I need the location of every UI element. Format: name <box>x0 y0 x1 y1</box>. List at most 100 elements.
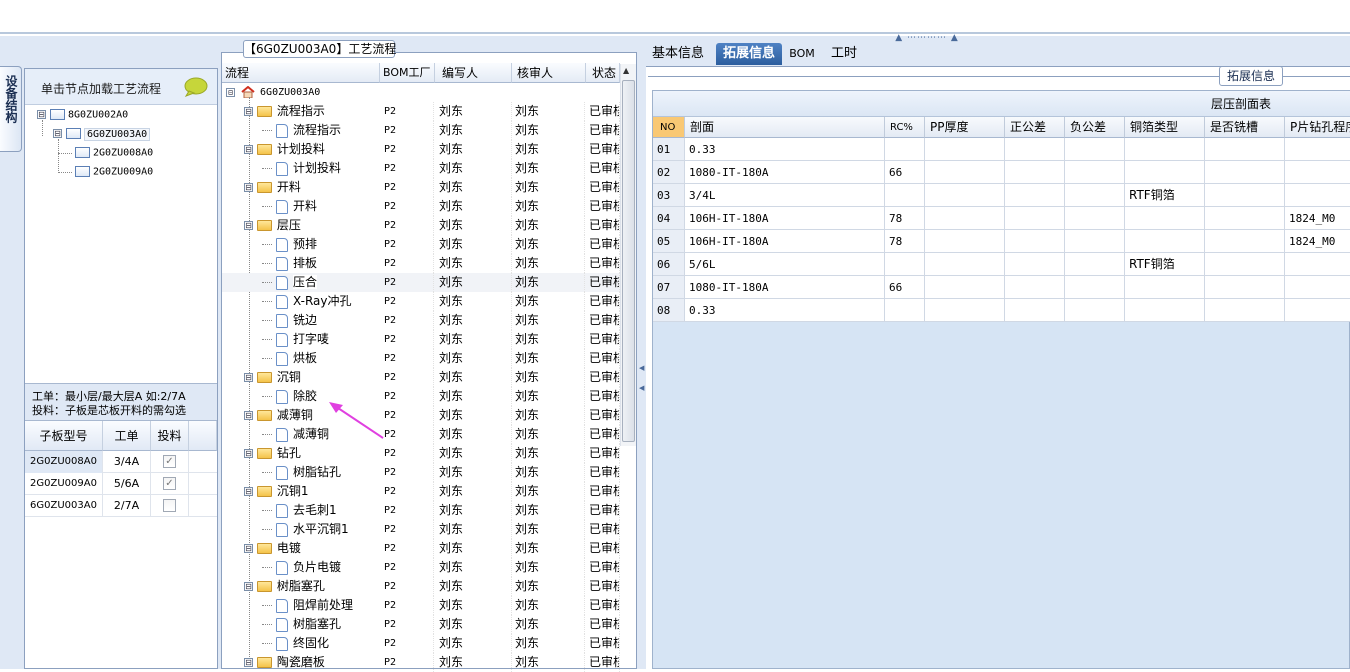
process-step-row[interactable]: 树脂钻孔P2刘东刘东已审核 <box>222 463 620 482</box>
cell-neg-tolerance[interactable] <box>1065 161 1125 184</box>
cell-slot[interactable] <box>1205 276 1285 299</box>
cell-order[interactable]: 3/4A <box>103 451 151 473</box>
col-header-order[interactable]: 工单 <box>103 421 151 451</box>
col-header-flow[interactable]: 流程 <box>222 63 380 83</box>
table-row[interactable]: 6G0ZU003A0 2/7A <box>25 495 217 517</box>
table-row[interactable]: 02 1080-IT-180A 66 <box>653 161 1350 184</box>
collapse-toggle[interactable]: ⊟ <box>53 129 62 138</box>
cell-order[interactable]: 5/6A <box>103 473 151 495</box>
tree-node-2g0zu009a0[interactable]: 2G0ZU009A0 <box>71 166 153 178</box>
process-step-row[interactable]: 预排P2刘东刘东已审核 <box>222 235 620 254</box>
collapse-toggle[interactable]: ⊟ <box>244 183 253 192</box>
cell-pp-thickness[interactable] <box>925 299 1005 322</box>
process-root-node[interactable]: ⊟ 6G0ZU003A0 <box>222 83 620 102</box>
cell-pp-thickness[interactable] <box>925 230 1005 253</box>
cell-drill-program[interactable] <box>1285 184 1350 207</box>
table-row[interactable]: 01 0.33 <box>653 138 1350 161</box>
process-group-row[interactable]: ⊟ 流程指示P2刘东刘东已审核 <box>222 102 620 121</box>
process-step-row[interactable]: 阻焊前处理P2刘东刘东已审核 <box>222 596 620 615</box>
cell-slot[interactable] <box>1205 299 1285 322</box>
process-group-row[interactable]: ⊟ 沉铜1P2刘东刘东已审核 <box>222 482 620 501</box>
cell-section[interactable]: 0.33 <box>685 299 885 322</box>
col-header-drill-program[interactable]: P片钻孔程序 <box>1285 117 1350 138</box>
tab-bom[interactable]: BOM <box>788 43 816 65</box>
col-header-bom[interactable]: BOM工厂 <box>380 63 435 83</box>
cell-pos-tolerance[interactable] <box>1005 207 1065 230</box>
process-step-row[interactable]: 负片电镀P2刘东刘东已审核 <box>222 558 620 577</box>
process-group-row[interactable]: ⊟ 沉铜P2刘东刘东已审核 <box>222 368 620 387</box>
process-step-row[interactable]: 水平沉铜1P2刘东刘东已审核 <box>222 520 620 539</box>
cell-pp-thickness[interactable] <box>925 138 1005 161</box>
process-step-row[interactable]: 终固化P2刘东刘东已审核 <box>222 634 620 653</box>
cell-foil-type[interactable] <box>1125 230 1205 253</box>
cell-neg-tolerance[interactable] <box>1065 230 1125 253</box>
process-group-row[interactable]: ⊟ 钻孔P2刘东刘东已审核 <box>222 444 620 463</box>
cell-section[interactable]: 106H-IT-180A <box>685 207 885 230</box>
collapse-toggle[interactable]: ⊟ <box>37 110 46 119</box>
collapse-toggle[interactable]: ⊟ <box>244 582 253 591</box>
splitter-arrow-icon[interactable]: ◀ <box>639 384 644 392</box>
col-header-model[interactable]: 子板型号 <box>25 421 103 451</box>
cell-rc[interactable] <box>885 138 925 161</box>
cell-rc[interactable] <box>885 299 925 322</box>
process-step-row[interactable]: 开料P2刘东刘东已审核 <box>222 197 620 216</box>
tree-node-2g0zu008a0[interactable]: 2G0ZU008A0 <box>71 147 153 159</box>
cell-pos-tolerance[interactable] <box>1005 184 1065 207</box>
process-group-row[interactable]: ⊟ 计划投料P2刘东刘东已审核 <box>222 140 620 159</box>
collapse-toggle[interactable]: ⊟ <box>244 373 253 382</box>
cell-pos-tolerance[interactable] <box>1005 276 1065 299</box>
cell-pos-tolerance[interactable] <box>1005 299 1065 322</box>
collapse-toggle[interactable]: ⊟ <box>244 411 253 420</box>
tab-basic-info[interactable]: 基本信息 <box>650 43 706 65</box>
cell-rc[interactable] <box>885 253 925 276</box>
cell-neg-tolerance[interactable] <box>1065 276 1125 299</box>
cell-pp-thickness[interactable] <box>925 276 1005 299</box>
cell-rc[interactable]: 66 <box>885 276 925 299</box>
cell-pos-tolerance[interactable] <box>1005 161 1065 184</box>
process-group-row[interactable]: ⊟ 开料P2刘东刘东已审核 <box>222 178 620 197</box>
cell-rc[interactable]: 78 <box>885 230 925 253</box>
table-row[interactable]: 04 106H-IT-180A 78 1824_M0 <box>653 207 1350 230</box>
collapse-toggle[interactable]: ⊟ <box>244 449 253 458</box>
cell-section[interactable]: 3/4L <box>685 184 885 207</box>
table-row[interactable]: 08 0.33 <box>653 299 1350 322</box>
process-group-row[interactable]: ⊟ 层压P2刘东刘东已审核 <box>222 216 620 235</box>
cell-foil-type[interactable] <box>1125 299 1205 322</box>
process-step-row[interactable]: 除胶P2刘东刘东已审核 <box>222 387 620 406</box>
cell-slot[interactable] <box>1205 138 1285 161</box>
cell-neg-tolerance[interactable] <box>1065 207 1125 230</box>
cell-pp-thickness[interactable] <box>925 184 1005 207</box>
cell-pp-thickness[interactable] <box>925 161 1005 184</box>
collapse-toggle[interactable]: ⊟ <box>244 544 253 553</box>
process-step-row[interactable]: X-Ray冲孔P2刘东刘东已审核 <box>222 292 620 311</box>
process-step-row[interactable]: 树脂塞孔P2刘东刘东已审核 <box>222 615 620 634</box>
cell-slot[interactable] <box>1205 253 1285 276</box>
process-step-row[interactable]: 流程指示P2刘东刘东已审核 <box>222 121 620 140</box>
cell-neg-tolerance[interactable] <box>1065 184 1125 207</box>
cell-rc[interactable]: 78 <box>885 207 925 230</box>
cell-section[interactable]: 106H-IT-180A <box>685 230 885 253</box>
cell-pp-thickness[interactable] <box>925 207 1005 230</box>
process-group-row[interactable]: ⊟ 树脂塞孔P2刘东刘东已审核 <box>222 577 620 596</box>
col-header-section[interactable]: 剖面 <box>685 117 885 138</box>
cell-rc[interactable]: 66 <box>885 161 925 184</box>
cell-neg-tolerance[interactable] <box>1065 253 1125 276</box>
tab-work-hours[interactable]: 工时 <box>826 43 862 65</box>
cell-drill-program[interactable]: 1824_M0 <box>1285 230 1350 253</box>
process-step-row[interactable]: 计划投料P2刘东刘东已审核 <box>222 159 620 178</box>
col-header-reviewer[interactable]: 核审人 <box>512 63 586 83</box>
cell-slot[interactable] <box>1205 207 1285 230</box>
table-row[interactable]: 06 5/6L RTF铜箔 <box>653 253 1350 276</box>
col-header-writer[interactable]: 编写人 <box>435 63 512 83</box>
cell-section[interactable]: 0.33 <box>685 138 885 161</box>
scrollbar-thumb[interactable] <box>622 80 635 442</box>
process-step-row[interactable]: 打字唛P2刘东刘东已审核 <box>222 330 620 349</box>
collapse-toggle[interactable]: ⊟ <box>244 221 253 230</box>
process-step-row[interactable]: 烘板P2刘东刘东已审核 <box>222 349 620 368</box>
cell-foil-type[interactable] <box>1125 207 1205 230</box>
col-header-slot[interactable]: 是否铣槽 <box>1205 117 1285 138</box>
cell-foil-type[interactable]: RTF铜箔 <box>1125 253 1205 276</box>
tree-node-6g0zu003a0[interactable]: ⊟ 6G0ZU003A0 <box>53 127 151 141</box>
splitter-arrow-icon[interactable]: ◀ <box>639 364 644 372</box>
checkbox-icon[interactable]: ✓ <box>163 476 176 490</box>
